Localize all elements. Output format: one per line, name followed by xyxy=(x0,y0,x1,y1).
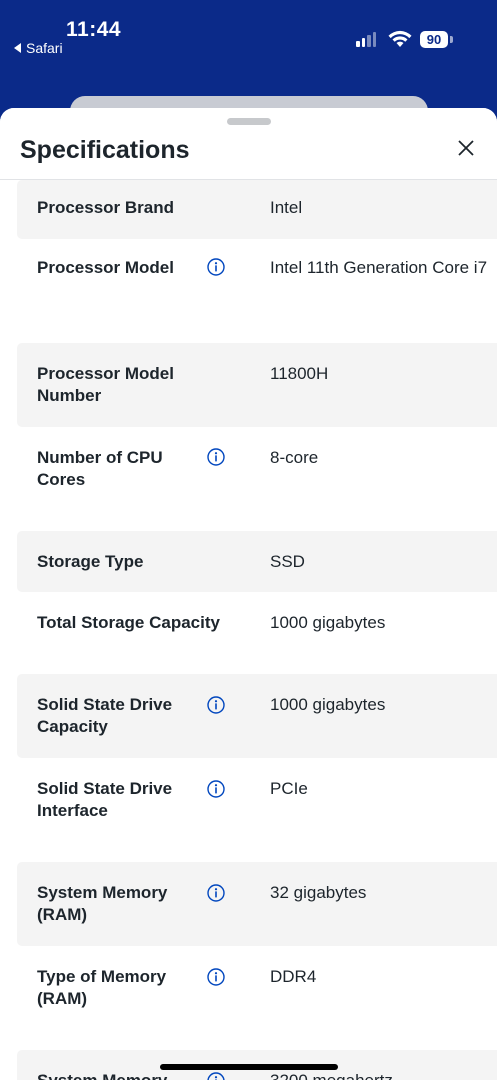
back-to-app-link[interactable]: Safari xyxy=(14,40,63,56)
spec-label: Processor Brand xyxy=(37,198,174,217)
battery-tip-icon xyxy=(450,36,453,43)
spec-label: System Memory (RAM) xyxy=(37,883,168,924)
cellular-signal-icon xyxy=(356,32,376,47)
spec-value: 32 gigabytes xyxy=(270,883,367,902)
spec-row: Number of CPU Cores 8-core xyxy=(17,427,497,531)
info-icon[interactable] xyxy=(207,780,225,798)
info-icon[interactable] xyxy=(207,448,225,466)
spec-label: Solid State Drive Interface xyxy=(37,779,173,820)
spec-label: Processor Model xyxy=(37,258,174,277)
info-icon[interactable] xyxy=(207,968,225,986)
spec-row: System Memory (RAM) 32 gigabytes xyxy=(17,862,497,946)
spec-value: DDR4 xyxy=(270,967,317,986)
info-icon[interactable] xyxy=(207,696,225,714)
spec-label: Type of Memory (RAM) xyxy=(37,967,167,1008)
status-bar: 11:44 Safari 90 xyxy=(0,0,497,100)
spec-value: 8-core xyxy=(270,448,319,467)
home-indicator[interactable] xyxy=(160,1064,338,1070)
spec-label: Storage Type xyxy=(37,552,144,571)
status-time: 11:44 xyxy=(66,18,122,41)
back-app-label: Safari xyxy=(26,40,63,56)
info-icon[interactable] xyxy=(207,258,225,276)
spec-value: 1000 gigabytes xyxy=(270,613,386,632)
spec-value: 3200 megahertz xyxy=(270,1070,492,1080)
spec-label: System Memory xyxy=(37,1070,187,1080)
page-title: Specifications xyxy=(20,136,190,164)
sheet-grabber-handle[interactable] xyxy=(227,118,271,125)
spec-row: Processor Model Intel 11th Generation Co… xyxy=(17,239,497,343)
sheet-header: Specifications xyxy=(0,108,497,180)
spec-row: Total Storage Capacity 1000 gigabytes xyxy=(17,592,497,674)
back-arrow-icon xyxy=(14,43,21,53)
spec-label: Processor Model Number xyxy=(37,364,174,405)
spec-value: PCIe xyxy=(270,779,308,798)
spec-label: Number of CPU Cores xyxy=(37,448,163,489)
spec-row: Solid State Drive Capacity 1000 gigabyte… xyxy=(17,674,497,758)
battery-indicator: 90 xyxy=(420,31,448,48)
specs-list: Processor Brand Intel Processor Model In… xyxy=(0,180,497,1080)
spec-row: Type of Memory (RAM) DDR4 xyxy=(17,946,497,1050)
close-button[interactable] xyxy=(452,134,480,162)
spec-row: Storage Type SSD xyxy=(17,531,497,592)
spec-row: Processor Brand Intel xyxy=(17,180,497,239)
wifi-icon xyxy=(388,30,412,47)
spec-value: SSD xyxy=(270,552,305,571)
spec-label: Solid State Drive Capacity xyxy=(37,695,173,736)
spec-row: Processor Model Number 11800H xyxy=(17,343,497,427)
spec-value: Intel 11th Generation Core i7 xyxy=(270,258,488,277)
spec-row: Solid State Drive Interface PCIe xyxy=(17,758,497,862)
spec-value: 1000 gigabytes xyxy=(270,695,386,714)
close-icon xyxy=(458,140,474,156)
info-icon[interactable] xyxy=(207,1072,225,1080)
spec-value: 11800H xyxy=(270,364,329,383)
spec-label: Total Storage Capacity xyxy=(37,613,220,632)
info-icon[interactable] xyxy=(207,884,225,902)
specifications-sheet: Specifications Processor Brand Intel Pro… xyxy=(0,108,497,1080)
spec-value: Intel xyxy=(270,198,303,217)
